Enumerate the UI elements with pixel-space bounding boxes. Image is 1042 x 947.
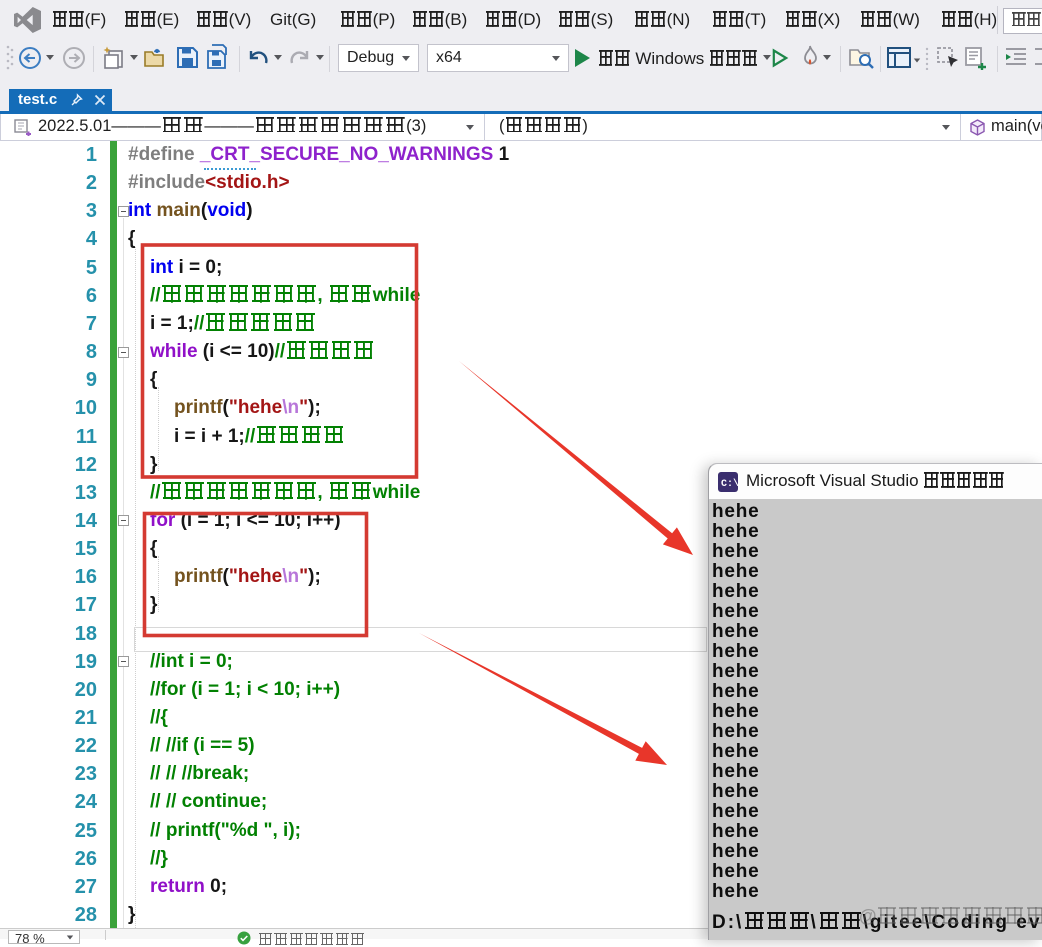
svg-text:C:\: C:\ bbox=[721, 478, 738, 490]
